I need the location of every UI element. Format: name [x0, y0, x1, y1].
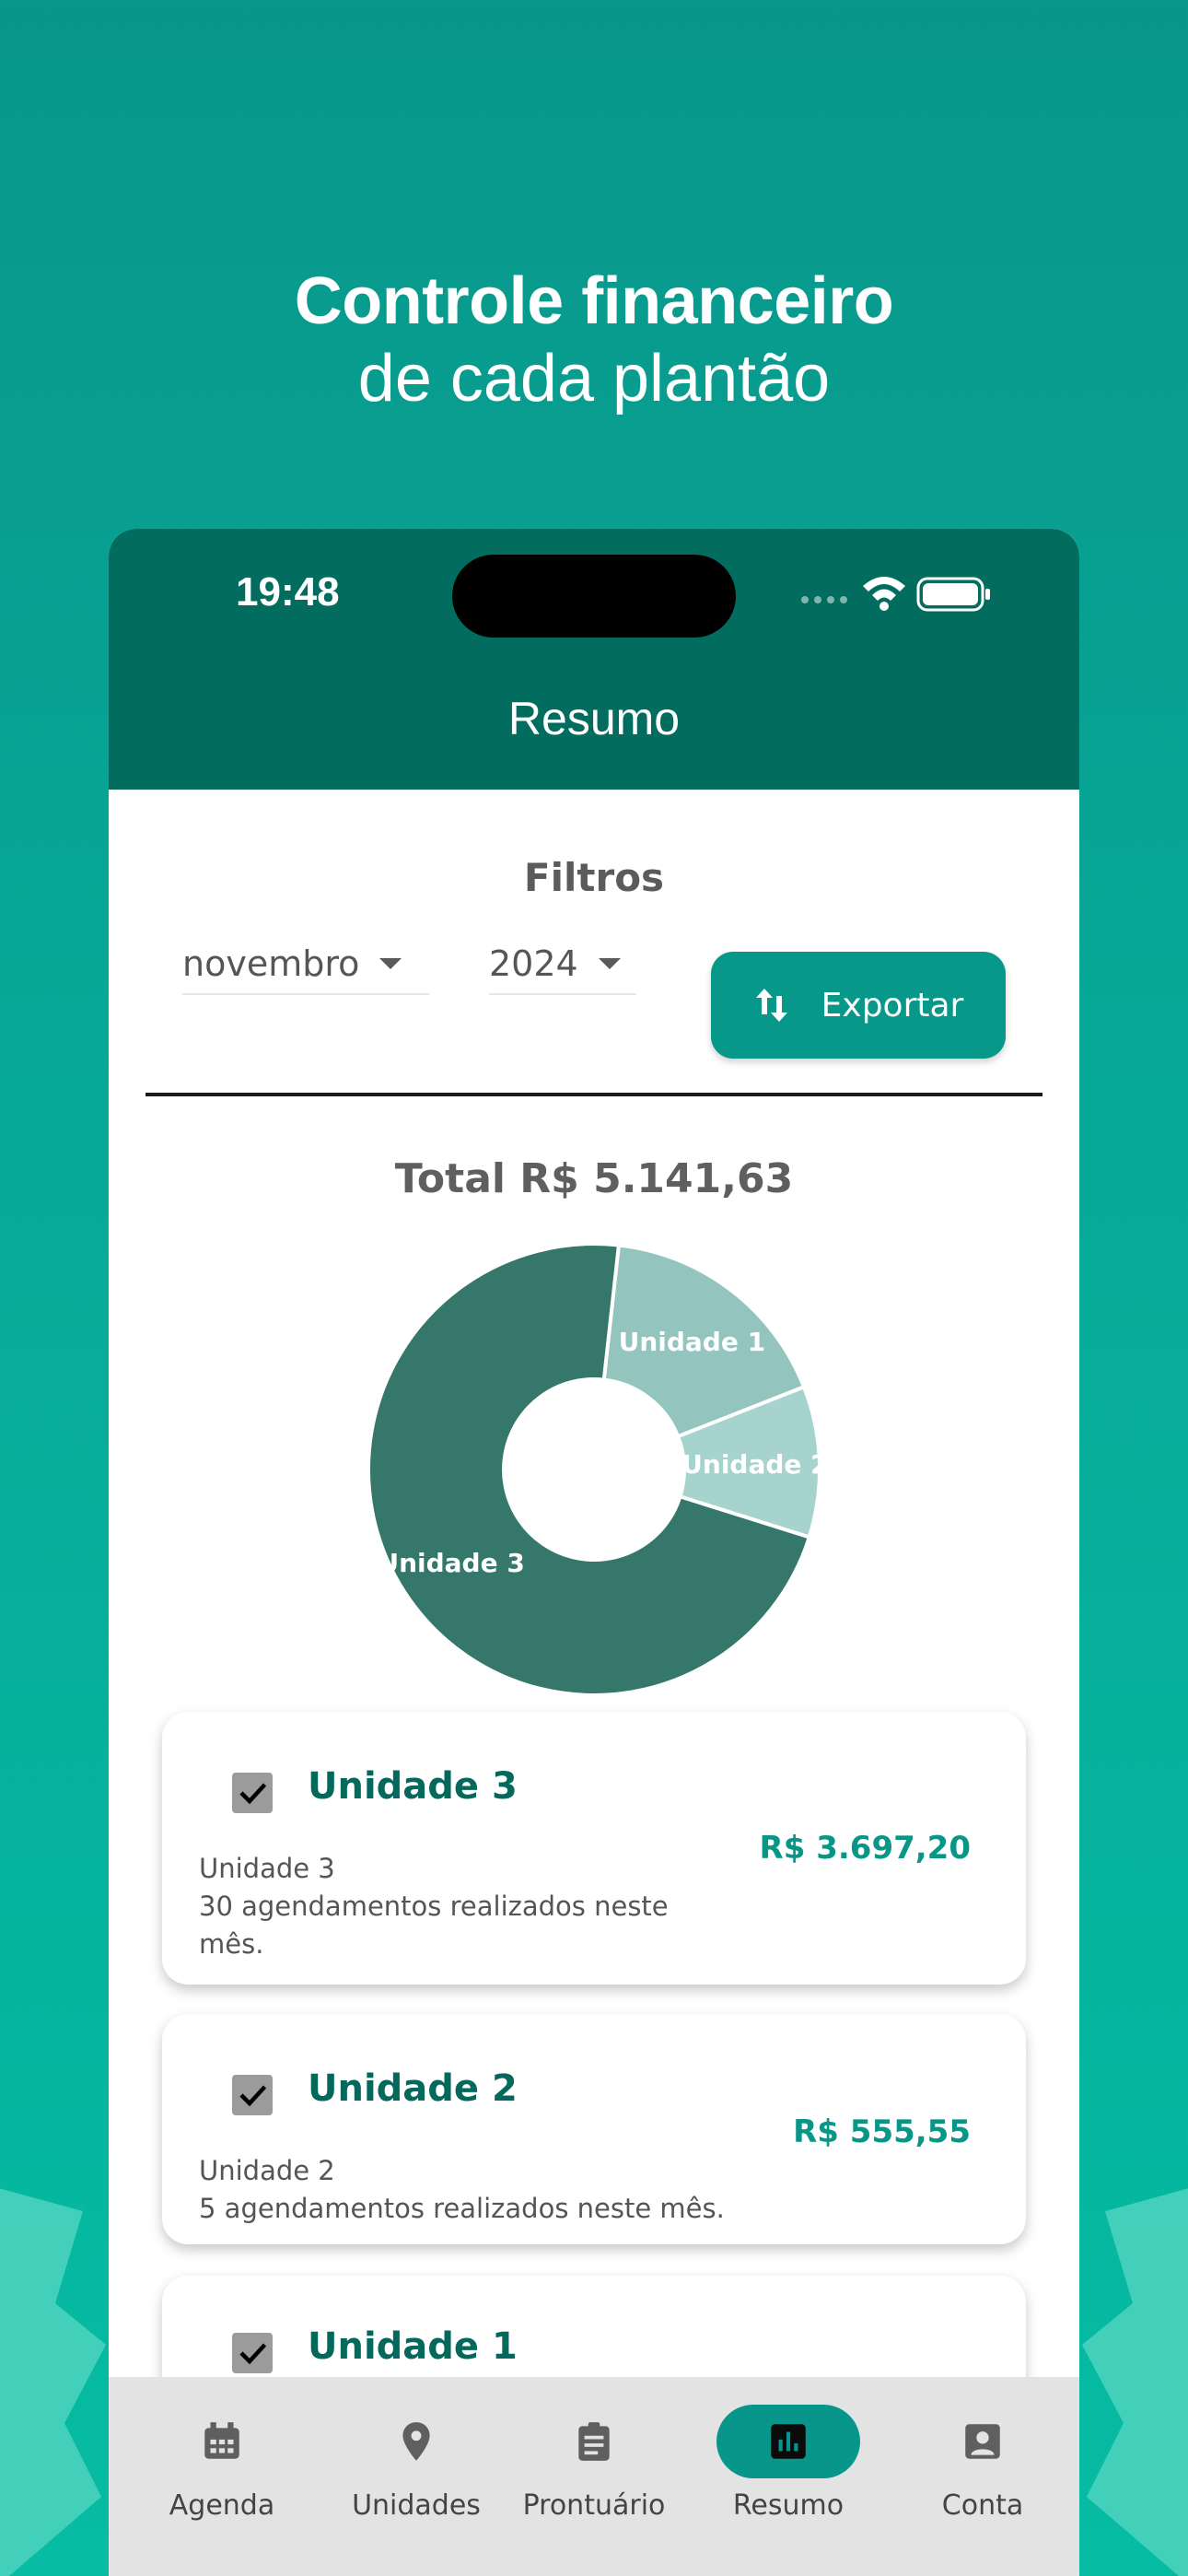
- unit-detail: 30 agendamentos realizados neste mês.: [199, 1891, 669, 1960]
- donut-label: Unidade 1: [619, 1327, 765, 1357]
- unit-subtitle: Unidade 3: [199, 1853, 335, 1884]
- unit-name: Unidade 1: [308, 2325, 518, 2368]
- month-value: novembro: [182, 943, 360, 984]
- unit-amount: R$ 3.697,20: [759, 1830, 971, 1867]
- filters-heading: Filtros: [523, 855, 665, 900]
- location-pin-icon: [402, 2422, 430, 2461]
- year-dropdown[interactable]: 2024: [489, 934, 636, 995]
- donut-label: Unidade 3: [378, 1548, 524, 1578]
- bar-chart-icon: [771, 2424, 806, 2459]
- unit-checkbox[interactable]: [232, 2333, 273, 2373]
- app-bar: Resumo: [109, 661, 1079, 790]
- nav-resumo[interactable]: Resumo: [696, 2405, 880, 2522]
- wifi-icon: [863, 577, 905, 611]
- battery-icon: [916, 577, 990, 612]
- unit-description: Unidade 3 30 agendamentos realizados nes…: [199, 1850, 715, 1963]
- clipboard-icon: [578, 2422, 610, 2461]
- nav-label: Conta: [941, 2489, 1024, 2522]
- nav-label: Prontuário: [522, 2489, 666, 2522]
- export-button[interactable]: Exportar: [711, 952, 1006, 1059]
- swap-vertical-icon: [755, 989, 787, 1022]
- chevron-down-icon: [598, 958, 621, 969]
- status-time: 19:48: [236, 569, 340, 615]
- status-bar: 19:48: [109, 529, 1079, 661]
- status-icons: [801, 577, 990, 612]
- nav-unidades[interactable]: Unidades: [324, 2405, 508, 2522]
- nav-conta[interactable]: Conta: [891, 2405, 1075, 2522]
- unit-checkbox[interactable]: [232, 1773, 273, 1813]
- nav-label: Resumo: [732, 2489, 844, 2522]
- unit-description: Unidade 2 5 agendamentos realizados nest…: [199, 2152, 751, 2228]
- nav-agenda[interactable]: Agenda: [130, 2405, 314, 2522]
- nav-label: Unidades: [352, 2489, 481, 2522]
- unit-amount: R$ 555,55: [793, 2113, 971, 2150]
- units-donut-chart: Unidade 1 Unidade 2 Unidade 3: [367, 1242, 824, 1697]
- page-title: Resumo: [507, 693, 681, 744]
- bottom-navigation: Agenda Unidades Prontuário Resumo Conta: [109, 2377, 1079, 2576]
- headline-line1: Controle financeiro: [294, 264, 894, 338]
- unit-name: Unidade 2: [308, 2067, 518, 2110]
- unit-subtitle: Unidade 2: [199, 2155, 335, 2186]
- unit-card[interactable]: Unidade 2 R$ 555,55 Unidade 2 5 agendame…: [162, 2014, 1026, 2244]
- unit-name: Unidade 3: [308, 1765, 518, 1808]
- check-icon: [239, 2343, 267, 2365]
- donut-label: Unidade 2: [681, 1449, 824, 1480]
- headline-line2: de cada plantão: [357, 342, 831, 416]
- export-label: Exportar: [821, 986, 964, 1025]
- dynamic-island: [452, 555, 736, 638]
- check-icon: [239, 1783, 267, 1805]
- unit-detail: 5 agendamentos realizados neste mês.: [199, 2193, 725, 2224]
- check-icon: [239, 2085, 267, 2107]
- signal-icon: [801, 596, 847, 603]
- nav-prontuario[interactable]: Prontuário: [502, 2405, 686, 2522]
- unit-card[interactable]: Unidade 3 R$ 3.697,20 Unidade 3 30 agend…: [162, 1712, 1026, 1985]
- calendar-icon: [204, 2422, 239, 2459]
- account-icon: [965, 2424, 1000, 2459]
- chevron-down-icon: [379, 958, 402, 969]
- year-value: 2024: [489, 943, 578, 984]
- month-dropdown[interactable]: novembro: [182, 934, 429, 995]
- promo-headline: Controle financeiro de cada plantão: [0, 263, 1188, 417]
- phone-frame: 19:48 Resumo Filtros novembro 2024 Expor…: [109, 529, 1079, 2576]
- nav-label: Agenda: [169, 2489, 275, 2522]
- total-amount: Total R$ 5.141,63: [394, 1155, 794, 1202]
- filters-divider: [146, 1093, 1042, 1096]
- unit-checkbox[interactable]: [232, 2075, 273, 2115]
